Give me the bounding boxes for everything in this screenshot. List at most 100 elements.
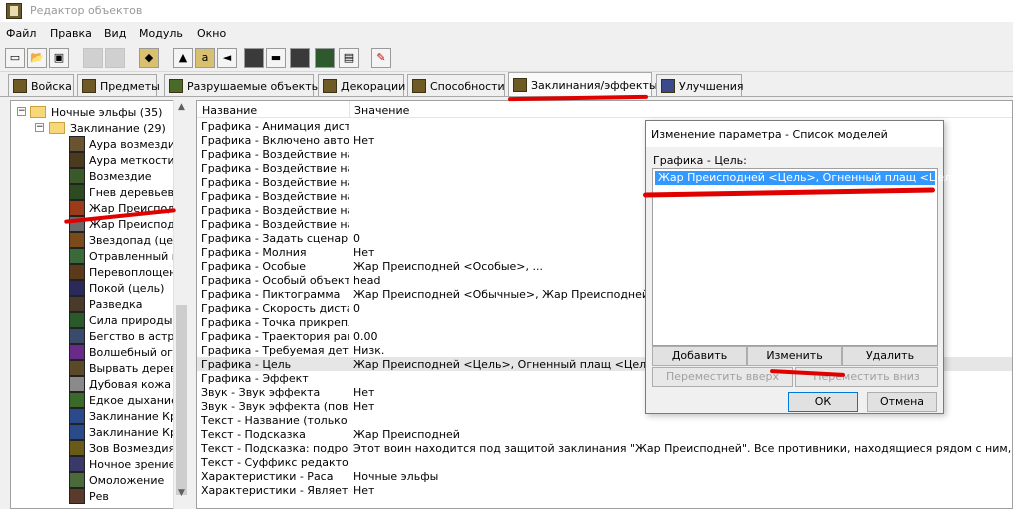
menu-module[interactable]: Модуль [139,27,183,40]
units-tab-icon [13,79,27,93]
collapse-icon[interactable]: − [17,107,26,116]
move-down-button[interactable]: Переместить вниз [795,367,938,387]
spell-icon [69,408,85,424]
tab-buffs-effects[interactable]: Заклинания/эффекты [508,72,658,97]
delete-button[interactable]: Удалить [842,346,938,366]
tree-item[interactable]: Бегство в астра [13,328,183,344]
property-row[interactable]: Текст - Подсказка: подро... Этот воин нах… [197,441,1012,455]
tree-item[interactable]: Возмездие [13,168,183,184]
edit-check-icon[interactable]: ✎ [371,48,391,68]
spell-icon [69,424,85,440]
dialog-field-label: Графика - Цель: [653,154,747,167]
tree-item[interactable]: Аура меткости [13,152,183,168]
dialog-title-bar: Изменение параметра - Список моделей [646,121,943,147]
tree-folder-spells[interactable]: − Заклинание (29) [13,120,183,136]
tree-item[interactable]: Омоложение [13,472,183,488]
property-row[interactable]: Текст - Название (только ... [197,413,1012,427]
spell-icon [69,296,85,312]
paste-icon[interactable] [105,48,125,68]
add-button[interactable]: Добавить [652,346,747,366]
tree-item[interactable]: Вырвать дерево [13,360,183,376]
tab-doodads[interactable]: Декорации [318,74,405,96]
open-folder-icon[interactable]: 📂 [27,48,47,68]
property-row[interactable]: Текст - Подсказка Жар Преисподней [197,427,1012,441]
property-row[interactable]: Характеристики - Раса Ночные эльфы [197,469,1012,483]
tree-item-label: Сила природы [89,314,173,327]
property-row[interactable]: Характеристики - Являетс... Нет [197,483,1012,497]
property-value: Этот воин находится под защитой заклинан… [353,442,1012,455]
tab-destructibles[interactable]: Разрушаемые объекты [164,74,320,96]
property-name: Характеристики - Раса [201,470,334,483]
object-tree[interactable]: − Ночные эльфы (35) − Заклинание (29) Ау… [10,100,188,509]
scroll-up-icon[interactable]: ▲ [174,100,189,115]
tab-units[interactable]: Войска [8,74,74,96]
tree-item[interactable]: Волшебный огон [13,344,187,360]
ok-button[interactable]: ОК [788,392,858,412]
tree-item-label: Аура возмездия [89,138,182,151]
object-editor-icon[interactable]: ▲ [173,48,193,68]
tree-root-night-elves[interactable]: − Ночные эльфы (35) [13,104,183,120]
column-value-header[interactable]: Значение [354,104,409,117]
tree-item[interactable]: Аура возмездия [13,136,183,152]
sound-editor-icon[interactable]: ◄ [217,48,237,68]
menu-edit[interactable]: Правка [50,27,92,40]
test-map-icon[interactable]: ▤ [339,48,359,68]
menu-view[interactable]: Вид [104,27,126,40]
spell-icon [69,392,85,408]
tree-item[interactable]: Гнев деревьев [13,184,183,200]
tree-item[interactable]: Разведка [13,296,183,312]
spell-icon [69,312,85,328]
import-manager-icon[interactable] [290,48,310,68]
model-list-item[interactable]: Жар Преисподней <Цель>, Огненный плащ <Ц… [655,171,967,185]
tree-item[interactable]: Покой (цель) [13,280,183,296]
tree-scrollbar[interactable]: ▲ ▼ [173,100,188,509]
edit-button[interactable]: Изменить [747,346,842,366]
grid-header: Название Значение [197,101,1012,118]
spell-icon [69,376,85,392]
items-tab-icon [82,79,96,93]
spell-icon [69,136,85,152]
tree-item[interactable]: Сила природы [13,312,183,328]
folder-icon [30,106,46,118]
tab-items[interactable]: Предметы [77,74,160,96]
property-row[interactable]: Текст - Суффикс редактора [197,455,1012,469]
trigger-editor-icon[interactable] [244,48,264,68]
terrain-editor-icon[interactable]: ◆ [139,48,159,68]
tab-upgrades[interactable]: Улучшения [656,74,744,96]
spell-icon [69,456,85,472]
column-name-header[interactable]: Название [202,104,257,117]
new-file-icon[interactable]: ▭ [5,48,25,68]
menu-window[interactable]: Окно [197,27,226,40]
tree-item[interactable]: Перевоплощени [13,264,183,280]
spell-icon [69,488,85,504]
tree-item[interactable]: Отравленный но [13,248,186,264]
property-value: Нет [353,134,375,147]
tree-item[interactable]: Заклинание Кро [13,424,184,440]
tree-item[interactable]: Дубовая кожа [13,376,183,392]
scroll-thumb[interactable] [176,305,187,495]
ai-editor-icon[interactable]: a [195,48,215,68]
tree-item[interactable]: Звездопад (цель [13,232,187,248]
property-name: Звук - Звук эффекта (повт... [201,400,349,413]
tree-item-label: Гнев деревьев [89,186,174,199]
tree-item[interactable]: Ночное зрение [13,456,183,472]
tree-item-label: Заклинание Кро [89,410,184,423]
tree-item-label: Покой (цель) [89,282,165,295]
spell-icon [69,200,85,216]
tree-item[interactable]: Рев [13,488,183,504]
unit-icon[interactable] [315,48,335,68]
spell-icon [69,328,85,344]
tree-item[interactable]: Заклинание Кро [13,408,184,424]
save-disk-icon[interactable]: ▣ [49,48,69,68]
menu-file[interactable]: Файл [6,27,36,40]
campaign-editor-icon[interactable]: ▬ [266,48,286,68]
tab-abilities[interactable]: Способности [407,74,505,96]
copy-icon[interactable] [83,48,103,68]
tree-item[interactable]: Едкое дыхание [13,392,183,408]
tree-item-label: Рев [89,490,109,503]
tree-item[interactable]: Зов Возмездия [13,440,183,456]
cancel-button[interactable]: Отмена [867,392,937,412]
property-value: Низк. [353,344,385,357]
scroll-down-icon[interactable]: ▼ [174,486,189,501]
collapse-icon[interactable]: − [35,123,44,132]
